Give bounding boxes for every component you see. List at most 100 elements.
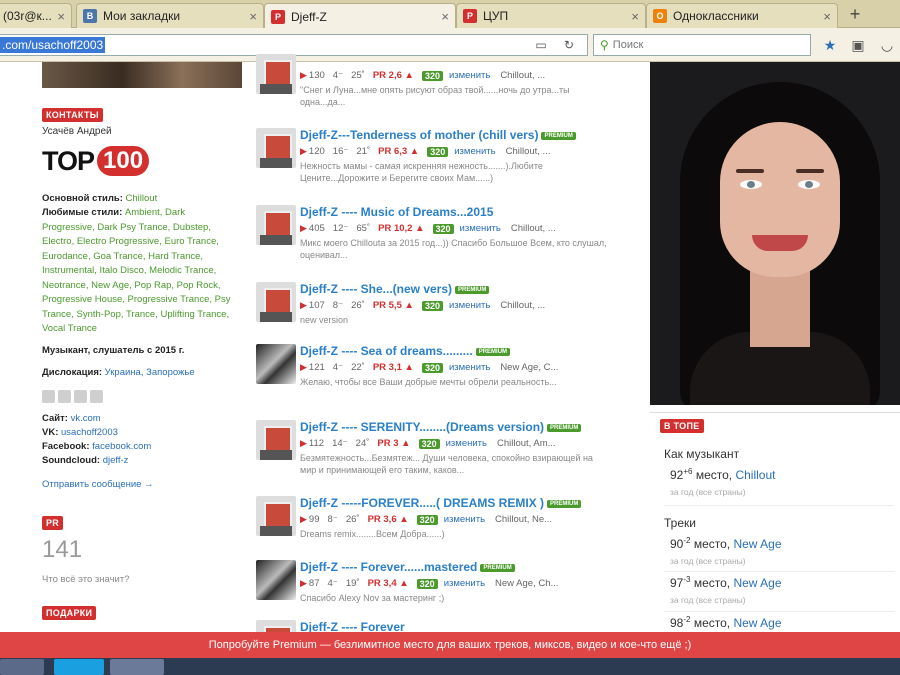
track-title-text[interactable]: Djeff-Z---Tenderness of mother (chill ve… (300, 128, 538, 142)
new-tab-button[interactable]: + (842, 3, 868, 25)
share-icon[interactable] (74, 390, 87, 403)
share-icon[interactable] (42, 390, 55, 403)
play-icon[interactable]: ▶ (300, 438, 307, 449)
rank-genre-link[interactable]: Chillout (735, 468, 775, 482)
main-style: Основной стиль: Chillout (42, 192, 232, 207)
comment-icon: ⁻ (338, 362, 344, 373)
comment-icon: ⁻ (332, 514, 338, 525)
rank-delta: -3 (683, 575, 691, 584)
track-cover[interactable] (256, 620, 296, 632)
pr-score: PR 3 ▲ (377, 438, 411, 449)
track-title[interactable]: Djeff-Z ---- Forever (300, 620, 405, 632)
share-icon[interactable] (90, 390, 103, 403)
play-icon[interactable]: ▶ (300, 70, 307, 81)
like-icon: ˚ (361, 70, 365, 81)
url-bar[interactable]: .com/usachoff2003 ▭ ↻ (0, 34, 588, 56)
url-text[interactable]: .com/usachoff2003 (0, 37, 106, 53)
track-title[interactable]: Djeff-Z ---- Forever......mastered PREMIU… (300, 560, 515, 574)
location-link[interactable]: Украина, Запорожье (105, 367, 195, 378)
soundcloud-link[interactable]: djeff-z (103, 455, 129, 466)
track-description: Безмятежность...Безмятеж... Души человек… (300, 453, 593, 475)
track-title[interactable]: Djeff-Z---Tenderness of mother (chill ve… (300, 128, 576, 142)
edit-link[interactable]: изменить (449, 362, 490, 373)
track-title-text[interactable]: Djeff-Z -----FOREVER.....( DREAMS REMIX … (300, 496, 544, 510)
reload-icon[interactable]: ↻ (560, 38, 578, 54)
track-cover[interactable] (256, 128, 296, 168)
main-style-link[interactable]: Chillout (126, 193, 158, 204)
close-icon[interactable]: × (441, 9, 449, 24)
rank-genre-link[interactable]: New Age (733, 576, 781, 590)
track-title[interactable]: Djeff-Z ---- She...(new vers) PREMIUM (300, 282, 490, 296)
track-cover[interactable] (256, 560, 296, 600)
track-title-text[interactable]: Djeff-Z ---- Sea of dreams......... (300, 344, 473, 358)
edit-link[interactable]: изменить (444, 578, 485, 589)
premium-promo-banner[interactable]: Попробуйте Premium — безлимитное место д… (0, 632, 900, 658)
edit-link[interactable]: изменить (454, 146, 495, 157)
pr-help-link[interactable]: Что всё это значит? (42, 574, 130, 585)
top100-logo[interactable]: TOP 100 (42, 146, 150, 176)
profile-sidebar: КОНТАКТЫ Усачёв Андрей TOP 100 Основной … (42, 62, 247, 632)
share-icon[interactable] (58, 390, 71, 403)
pocket-icon[interactable]: ◡ (878, 37, 896, 53)
search-bar[interactable]: ⚲ (593, 34, 811, 56)
play-icon[interactable]: ▶ (300, 514, 307, 525)
edit-link[interactable]: изменить (446, 438, 487, 449)
send-message-link[interactable]: Отправить сообщение → (42, 478, 154, 493)
track-cover[interactable] (256, 496, 296, 536)
edit-link[interactable]: изменить (449, 300, 490, 311)
tab-bookmarks[interactable]: В Мои закладки × (76, 3, 264, 28)
track-cover[interactable] (256, 420, 296, 460)
track-title-text[interactable]: Djeff-Z ---- Forever (300, 620, 405, 632)
edit-link[interactable]: изменить (444, 514, 485, 525)
edit-link[interactable]: изменить (449, 70, 490, 81)
firefox-icon[interactable] (110, 659, 164, 675)
track-cover[interactable] (256, 54, 296, 94)
close-icon[interactable]: × (57, 9, 65, 24)
track-title-text[interactable]: Djeff-Z ---- SERENITY........(Dreams ver… (300, 420, 544, 434)
tab-email[interactable]: (03r@к... × (0, 3, 72, 28)
track-title[interactable]: Djeff-Z ---- SERENITY........(Dreams ver… (300, 420, 582, 434)
close-icon[interactable]: × (631, 9, 639, 24)
site-link[interactable]: vk.com (71, 413, 101, 424)
rank-genre-link[interactable]: New Age (733, 537, 781, 551)
track-title[interactable]: Djeff-Z -----FOREVER.....( DREAMS REMIX … (300, 496, 582, 510)
track-cover[interactable] (256, 205, 296, 245)
play-icon[interactable]: ▶ (300, 578, 307, 589)
edit-link[interactable]: изменить (460, 223, 501, 234)
star-icon[interactable]: ★ (821, 37, 839, 53)
skype-icon[interactable] (54, 659, 104, 675)
play-icon[interactable]: ▶ (300, 146, 307, 157)
rank-genre-link[interactable]: New Age (733, 616, 781, 630)
track-cover[interactable] (256, 282, 296, 322)
premium-badge: PREMIUM (475, 347, 511, 356)
play-icon[interactable]: ▶ (300, 223, 307, 234)
rank-delta: +6 (683, 467, 693, 476)
tab-djeff-z[interactable]: P Djeff-Z × (264, 3, 456, 29)
track-title-text[interactable]: Djeff-Z ---- She...(new vers) (300, 282, 452, 296)
facebook-link[interactable]: facebook.com (92, 441, 151, 452)
track-title[interactable]: Djeff-Z ---- Music of Dreams...2015 (300, 205, 493, 219)
close-icon[interactable]: × (823, 9, 831, 24)
top100-number: 100 (97, 146, 150, 176)
tab-odnoklassniki[interactable]: О Одноклассники × (646, 3, 838, 28)
tab-tsup[interactable]: P ЦУП × (456, 3, 646, 28)
fav-styles-links[interactable]: Ambient, Dark Progressive, Dark Psy Tran… (42, 207, 231, 334)
track-cover[interactable] (256, 344, 296, 384)
clipboard-icon[interactable]: ▣ (849, 37, 867, 53)
play-icon[interactable]: ▶ (300, 362, 307, 373)
like-icon: ˚ (356, 514, 360, 525)
reader-icon[interactable]: ▭ (532, 38, 550, 54)
play-icon[interactable]: ▶ (300, 300, 307, 311)
close-icon[interactable]: × (249, 9, 257, 24)
track-title-text[interactable]: Djeff-Z ---- Music of Dreams...2015 (300, 205, 493, 219)
rank-period: за год (все страны) (670, 556, 746, 566)
vk-link[interactable]: usachoff2003 (61, 427, 118, 438)
profile-portrait[interactable] (650, 62, 900, 405)
track-title-text[interactable]: Djeff-Z ---- Forever......mastered (300, 560, 477, 574)
start-icon[interactable] (0, 659, 44, 675)
facebook-label: Facebook: (42, 441, 90, 452)
search-input[interactable] (612, 39, 793, 51)
track-description: Микс моего Chillouta за 2015 год...)) Сп… (300, 238, 607, 260)
os-taskbar (0, 658, 900, 675)
track-title[interactable]: Djeff-Z ---- Sea of dreams......... PREMI… (300, 344, 511, 358)
